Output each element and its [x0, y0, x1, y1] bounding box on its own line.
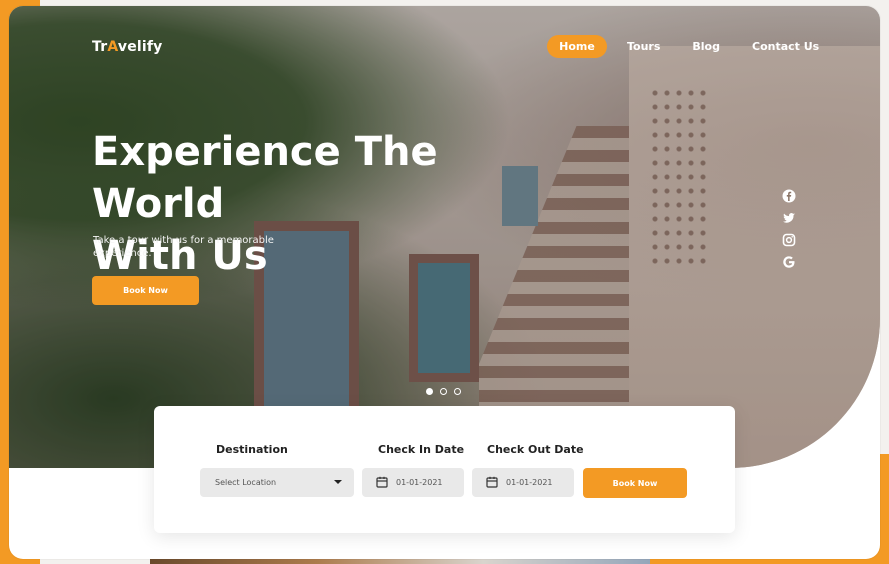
hero-headline-line1: Experience The World	[92, 129, 438, 227]
booking-form: Destination Check In Date Check Out Date…	[154, 406, 735, 533]
twitter-icon[interactable]	[782, 210, 796, 224]
facebook-icon[interactable]	[782, 188, 796, 203]
check-out-date-field[interactable]: 01-01-2021	[472, 468, 574, 497]
check-out-date-value: 01-01-2021	[506, 478, 553, 487]
calendar-icon	[486, 476, 498, 490]
calendar-icon	[376, 476, 388, 490]
check-in-label: Check In Date	[378, 443, 465, 456]
hero-book-now-button[interactable]: Book Now	[92, 276, 199, 305]
google-icon[interactable]	[782, 254, 796, 268]
destination-select[interactable]: Select Location	[200, 468, 354, 497]
brand-logo[interactable]: TrAvelify	[92, 39, 163, 55]
nav-tours[interactable]: Tours	[615, 35, 672, 58]
nav-blog[interactable]: Blog	[680, 35, 732, 58]
destination-label: Destination	[216, 443, 288, 456]
chevron-down-icon	[334, 480, 342, 484]
hero-subtitle: Take a tour with us for a memorable expe…	[93, 235, 274, 259]
carousel-dots	[426, 388, 468, 395]
hero-stone-wall	[649, 86, 709, 266]
nav-contact-us[interactable]: Contact Us	[740, 35, 831, 58]
instagram-icon[interactable]	[782, 232, 796, 247]
page-card: TrAvelify Home Tours Blog Contact Us Exp…	[9, 6, 880, 559]
nav-home[interactable]: Home	[547, 35, 607, 58]
check-in-date-value: 01-01-2021	[396, 478, 443, 487]
carousel-dot-3[interactable]	[454, 388, 461, 395]
destination-select-value: Select Location	[215, 478, 277, 487]
check-in-date-field[interactable]: 01-01-2021	[362, 468, 464, 497]
carousel-dot-2[interactable]	[440, 388, 447, 395]
check-out-label: Check Out Date	[487, 443, 584, 456]
booking-book-now-button[interactable]: Book Now	[583, 468, 687, 498]
carousel-dot-1[interactable]	[426, 388, 433, 395]
main-nav: Home Tours Blog Contact Us	[547, 35, 839, 58]
hero-building-wall	[629, 46, 880, 468]
social-links	[782, 188, 796, 276]
